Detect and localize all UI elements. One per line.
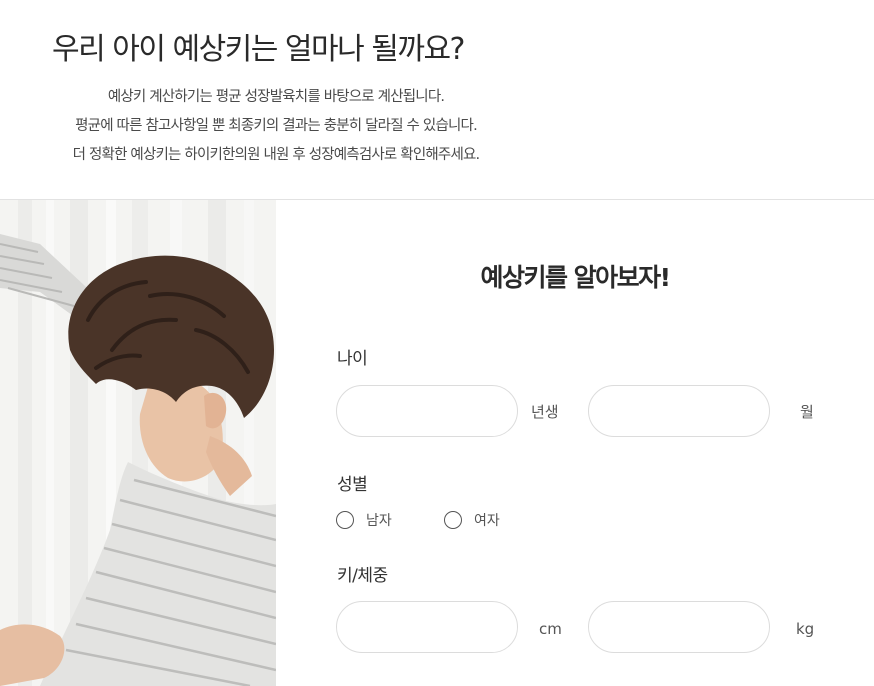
description-line: 더 정확한 예상키는 하이키한의원 내원 후 성장예측검사로 확인해주세요. [72, 147, 480, 163]
description-line: 평균에 따른 참고사항일 뿐 최종키의 결과는 충분히 달라질 수 있습니다. [75, 118, 478, 134]
intro-description: 예상키 계산하기는 평균 성장발육치를 바탕으로 계산됩니다. 평균에 따른 참… [0, 83, 552, 170]
gender-label: 성별 [337, 475, 368, 495]
height-calculator-form: 예상키를 알아보자! 나이 년생 월 성별 남자 여자 키/체중 cm kg [276, 200, 874, 686]
form-title: 예상키를 알아보자! [480, 263, 671, 292]
height-input[interactable] [336, 601, 518, 653]
height-weight-label: 키/체중 [337, 566, 388, 586]
age-label: 나이 [337, 349, 368, 369]
birth-year-input[interactable] [336, 385, 518, 437]
page-title: 우리 아이 예상키는 얼마나 될까요? [52, 32, 465, 67]
birth-year-unit: 년생 [531, 403, 559, 421]
radio-button[interactable] [444, 511, 462, 529]
boy-photo [0, 200, 276, 686]
radio-button[interactable] [336, 511, 354, 529]
birth-month-input[interactable] [588, 385, 770, 437]
gender-option-female[interactable]: 여자 [444, 510, 500, 530]
intro-section: 우리 아이 예상키는 얼마나 될까요? 예상키 계산하기는 평균 성장발육치를 … [0, 0, 874, 199]
weight-unit: kg [796, 620, 815, 638]
weight-input[interactable] [588, 601, 770, 653]
gender-option-label: 여자 [474, 513, 500, 529]
height-unit: cm [539, 620, 562, 638]
gender-option-male[interactable]: 남자 [336, 510, 392, 530]
birth-month-unit: 월 [800, 403, 814, 421]
description-line: 예상키 계산하기는 평균 성장발육치를 바탕으로 계산됩니다. [107, 89, 445, 105]
gender-option-label: 남자 [366, 513, 392, 529]
